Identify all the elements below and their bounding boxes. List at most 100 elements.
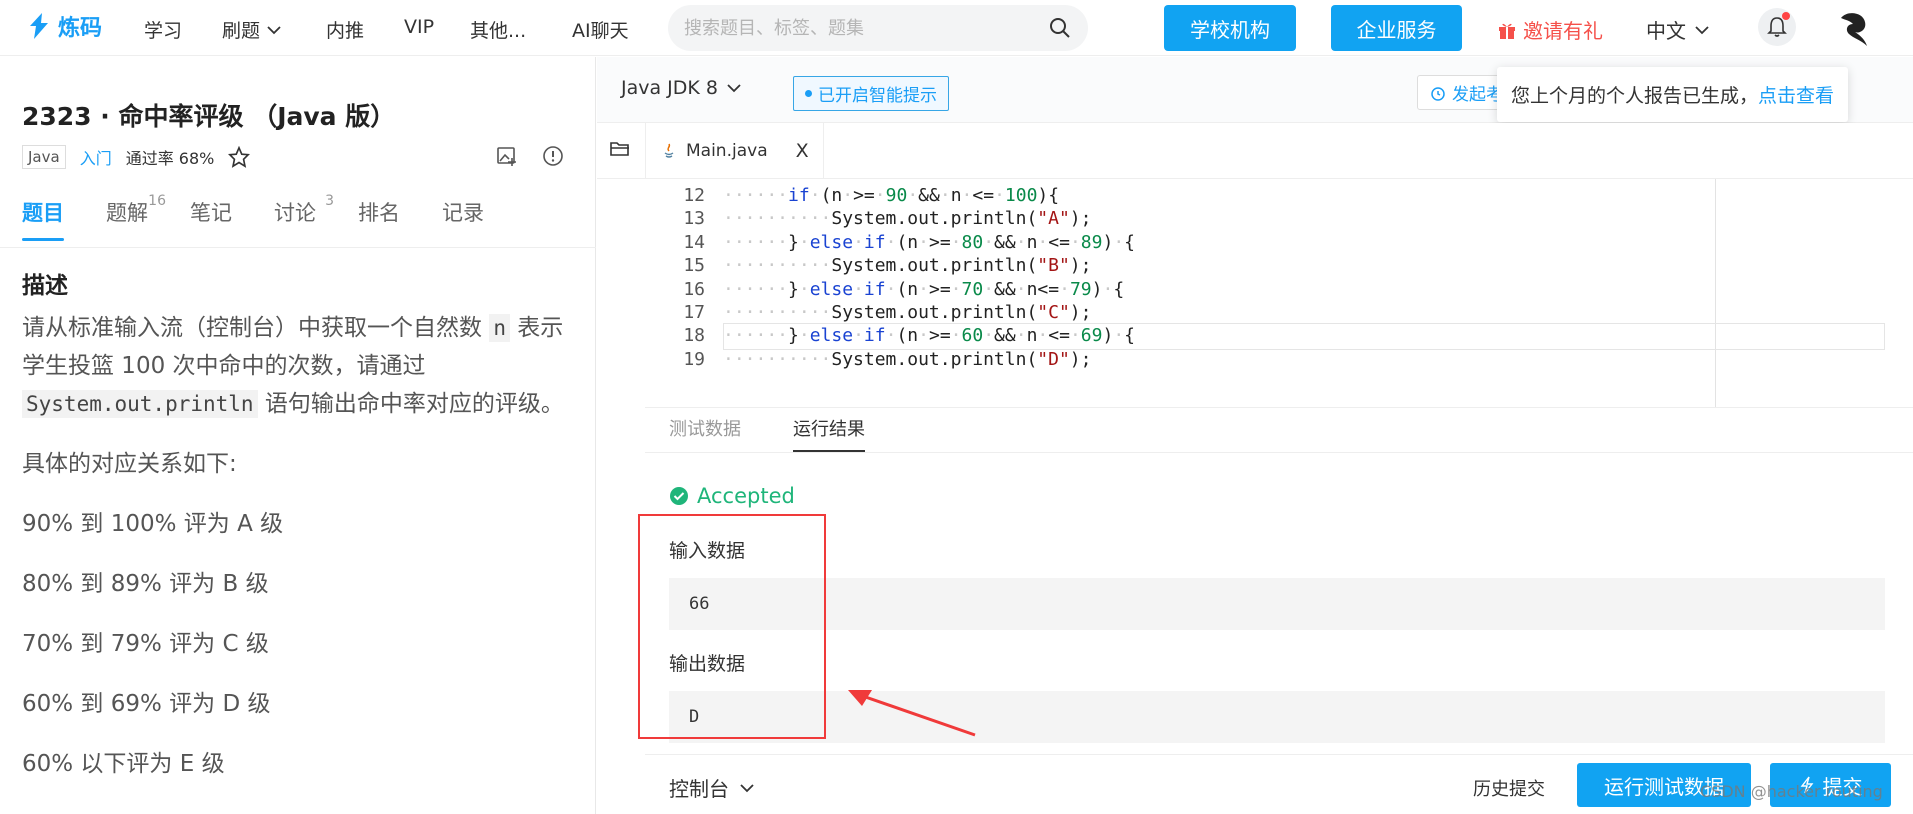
whitespace-marker: ·	[853, 325, 864, 347]
line-number: 18	[683, 325, 705, 347]
code-editor[interactable]: 12 ······if·(n·>=·90·&&·n·<=·100){13 ·····…	[645, 179, 1913, 407]
grade-rule: 80% 到 89% 评为 B 级	[22, 571, 269, 597]
search-icon[interactable]	[1048, 16, 1072, 40]
code-line[interactable]: ······}·else·if·(n·>=·60·&&·n·<=·69)·{	[723, 325, 1135, 346]
tab-records[interactable]: 记录	[442, 197, 484, 241]
code-line[interactable]: ··········System.out.println("D");	[723, 349, 1091, 370]
search-input[interactable]	[684, 17, 1024, 39]
code-token: ·&&·n<=·	[983, 278, 1070, 300]
difficulty-level[interactable]: 入门	[80, 145, 112, 169]
smart-hint-toggle[interactable]: 已开启智能提示	[793, 76, 949, 111]
star-icon[interactable]	[228, 146, 251, 168]
logo[interactable]: 炼码	[26, 10, 102, 42]
folder-icon[interactable]	[609, 139, 631, 159]
nav-referral-label: 内推	[326, 20, 365, 42]
code-token: ·&&·n·<=·	[907, 185, 1005, 206]
line-number: 13	[683, 208, 705, 230]
top-navbar: 炼码 学习 刷题 内推 VIP 其他... AI聊天 学校机构 企业服务 邀请有…	[0, 0, 1913, 56]
code-token: );	[1069, 208, 1092, 230]
close-tab-button[interactable]: X	[796, 140, 809, 162]
whitespace-marker: ·	[983, 231, 995, 253]
whitespace-marker: ·	[1102, 278, 1114, 300]
tab-run-result[interactable]: 运行结果	[793, 408, 865, 466]
nav-ai-chat[interactable]: AI聊天	[572, 16, 629, 43]
tab-discussion[interactable]: 讨论 3	[274, 193, 334, 241]
code-token: );	[1069, 302, 1092, 323]
grade-rule: 70% 到 79% 评为 C 级	[22, 631, 269, 657]
smart-hint-label: 已开启智能提示	[818, 86, 937, 106]
tab-notes[interactable]: 笔记	[190, 197, 232, 241]
code-line[interactable]: ··········System.out.println("C");	[723, 302, 1091, 323]
language-select[interactable]: 中文	[1646, 15, 1710, 44]
nav-practice[interactable]: 刷题	[222, 16, 282, 43]
tab-ranking[interactable]: 排名	[358, 197, 400, 241]
description-paragraph: 具体的对应关系如下:	[22, 451, 237, 477]
notification-dot	[1782, 12, 1790, 20]
code-token: 60	[961, 325, 984, 347]
whitespace-marker: ·	[994, 185, 1005, 206]
nav-practice-label: 刷题	[222, 20, 261, 42]
jdk-select[interactable]: Java JDK 8	[621, 77, 742, 99]
whitespace-marker: ·	[950, 278, 962, 300]
history-submissions-link[interactable]: 历史提交	[1473, 775, 1545, 801]
code-token: 70	[961, 278, 984, 300]
file-tabbar: Main.java X	[597, 123, 1913, 179]
toast-link[interactable]: 点击查看	[1758, 85, 1834, 107]
code-line[interactable]: ······}·else·if·(n·>=·70·&&·n<=·79)·{	[723, 279, 1124, 300]
code-token: );	[1069, 348, 1092, 370]
code-line[interactable]: ······if·(n·>=·90·&&·n·<=·100){	[723, 185, 1059, 206]
whitespace-marker: ·	[961, 185, 973, 206]
code-token: System.out.println(	[831, 348, 1038, 370]
code-line[interactable]: ······}·else·if·(n·>=·80·&&·n·<=·89)·{	[723, 232, 1135, 253]
code-token: 89	[1080, 231, 1103, 253]
whitespace-marker: ·	[853, 231, 864, 253]
result-tab-divider	[645, 452, 1913, 453]
whitespace-marker: ·	[1059, 278, 1070, 300]
image-add-icon[interactable]	[495, 144, 519, 168]
code-token: if	[863, 325, 886, 347]
notification-button[interactable]	[1758, 8, 1796, 46]
tab-description[interactable]: 题目	[22, 197, 64, 241]
tab-test-data[interactable]: 测试数据	[669, 408, 741, 466]
info-icon[interactable]	[541, 144, 565, 168]
code-token: )·{	[1091, 278, 1125, 300]
tab-solutions[interactable]: 题解 16	[106, 193, 166, 241]
whitespace-marker: ··········	[723, 302, 832, 323]
whitespace-marker: ·	[798, 278, 810, 300]
nav-learn[interactable]: 学习	[144, 16, 182, 43]
nav-referral[interactable]: 内推	[326, 16, 364, 43]
result-panel: 测试数据 运行结果 Accepted 输入数据 66 输出数据 D	[645, 407, 1913, 814]
whitespace-marker: ·	[1069, 325, 1081, 347]
code-token: ·(n·>=·	[809, 185, 886, 206]
code-token: }·	[788, 325, 810, 347]
whitespace-marker: ·	[907, 185, 919, 206]
description-heading: 描述	[22, 273, 68, 299]
code-token: System.out.println(	[831, 255, 1038, 277]
whitespace-marker: ······	[723, 185, 789, 206]
avatar[interactable]	[1833, 8, 1873, 48]
whitespace-marker: ··········	[723, 348, 832, 370]
chevron-down-icon	[727, 84, 741, 93]
console-toggle[interactable]: 控制台	[669, 773, 755, 802]
nav-other[interactable]: 其他...	[470, 16, 526, 43]
code-line[interactable]: ··········System.out.println("A");	[723, 208, 1091, 229]
line-number: 16	[683, 278, 705, 300]
school-button[interactable]: 学校机构	[1164, 5, 1296, 51]
code-token: "C"	[1037, 302, 1070, 323]
invite-link[interactable]: 邀请有礼	[1497, 15, 1603, 44]
code-token: ·&&·n·<=·	[983, 231, 1081, 253]
code-token: "A"	[1037, 208, 1070, 230]
nav-vip[interactable]: VIP	[404, 16, 434, 38]
grade-rule: 60% 以下评为 E 级	[22, 751, 225, 777]
tab-label: 题解	[106, 201, 148, 225]
code-line[interactable]: ··········System.out.println("B");	[723, 255, 1091, 276]
code-token: )·{	[1102, 231, 1136, 253]
result-tabs: 测试数据 运行结果	[669, 408, 917, 466]
file-tab-main-java[interactable]: Main.java X	[645, 123, 824, 179]
whitespace-marker: ·	[853, 278, 864, 300]
code-token: else	[809, 278, 854, 300]
status-dot	[805, 90, 812, 97]
problem-meta: Java 入门 通过率 68%	[22, 145, 251, 169]
enterprise-button[interactable]: 企业服务	[1331, 5, 1462, 51]
whitespace-marker: ·	[885, 278, 897, 300]
